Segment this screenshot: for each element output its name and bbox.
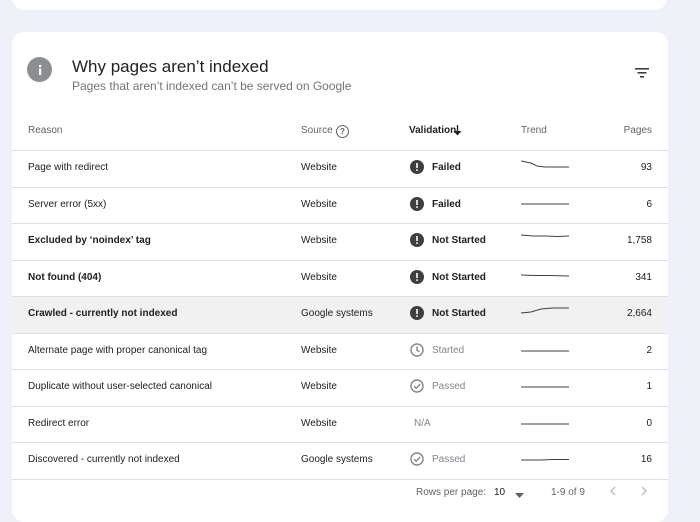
trend-sparkline [521, 274, 569, 276]
alert-icon [410, 306, 424, 320]
pagination: Rows per page: 10 1-9 of 9 [12, 484, 668, 504]
trend-sparkline [521, 350, 569, 351]
row-pages: 16 [640, 454, 652, 465]
row-pages: 93 [640, 162, 652, 173]
card-title: Why pages aren’t indexed [72, 57, 269, 76]
column-validation[interactable]: Validation [409, 125, 456, 136]
row-source: Website [301, 381, 337, 392]
table-header: Reason Source ? Validation Trend Pages [12, 117, 668, 151]
check-circle-icon [410, 452, 424, 466]
pagination-range: 1-9 of 9 [551, 487, 585, 498]
column-source[interactable]: Source [301, 125, 333, 136]
row-status: Passed [432, 454, 466, 465]
row-status: Failed [432, 198, 461, 210]
row-status: Not Started [432, 271, 486, 283]
clock-icon [410, 342, 424, 357]
trend-sparkline [521, 386, 569, 388]
chevron-right-icon[interactable] [639, 484, 649, 501]
row-pages: 2,664 [626, 308, 652, 319]
table-row[interactable]: Discovered - currently not indexed Googl… [12, 443, 668, 480]
row-reason: Server error (5xx) [28, 198, 107, 210]
table-body: Page with redirect Website Failed 93 Ser… [12, 151, 668, 480]
row-status: Not Started [432, 308, 486, 319]
trend-sparkline [521, 423, 569, 424]
alert-icon [410, 196, 424, 211]
row-source: Website [301, 417, 337, 429]
row-status: Not Started [432, 235, 486, 246]
info-icon [27, 57, 52, 82]
trend-sparkline [521, 307, 569, 314]
check-circle-icon [410, 379, 424, 393]
trend-sparkline [521, 160, 569, 168]
filter-icon[interactable] [630, 62, 654, 84]
row-source: Website [301, 198, 337, 210]
trend-sparkline [521, 459, 569, 461]
row-reason: Redirect error [28, 417, 90, 429]
row-source: Google systems [301, 308, 373, 319]
alert-icon [410, 269, 424, 284]
previous-card [12, 0, 667, 10]
row-reason: Discovered - currently not indexed [28, 454, 180, 465]
row-reason: Excluded by ‘noindex’ tag [28, 235, 151, 246]
row-source: Website [301, 235, 337, 246]
rows-per-page-select[interactable]: 10 [494, 487, 505, 498]
row-status: Passed [432, 381, 466, 392]
sort-down-icon[interactable] [453, 125, 462, 139]
alert-icon [410, 233, 424, 247]
table-row[interactable]: Redirect error Website N/A 0 [12, 407, 668, 443]
row-pages: 2 [646, 344, 652, 356]
column-trend: Trend [521, 125, 547, 136]
help-icon[interactable]: ? [336, 125, 349, 138]
row-reason: Alternate page with proper canonical tag [28, 344, 208, 356]
not-indexed-card: Why pages aren’t indexed Pages that aren… [12, 32, 668, 522]
column-pages[interactable]: Pages [624, 125, 652, 136]
row-pages: 1 [646, 381, 652, 392]
row-source: Google systems [301, 454, 373, 465]
table-row[interactable]: Server error (5xx) Website Failed 6 [12, 188, 668, 224]
trend-sparkline [521, 203, 569, 204]
card-subtitle: Pages that aren’t indexed can’t be serve… [72, 79, 352, 93]
table-row[interactable]: Alternate page with proper canonical tag… [12, 334, 668, 370]
row-pages: 6 [646, 198, 652, 210]
row-pages: 1,758 [626, 235, 652, 246]
table-row[interactable]: Duplicate without user-selected canonica… [12, 370, 668, 407]
row-status: Failed [432, 162, 461, 173]
row-source: Website [301, 271, 337, 283]
row-source: Website [301, 344, 337, 356]
rows-per-page-label: Rows per page: [416, 487, 487, 498]
row-status: N/A [414, 417, 431, 429]
row-reason: Crawled - currently not indexed [28, 308, 178, 319]
row-pages: 341 [635, 271, 652, 283]
row-reason: Not found (404) [28, 271, 102, 283]
table-row[interactable]: Not found (404) Website Not Started 341 [12, 261, 668, 297]
table-row[interactable]: Page with redirect Website Failed 93 [12, 151, 668, 188]
chevron-left-icon[interactable] [608, 484, 618, 501]
row-reason: Page with redirect [28, 162, 109, 173]
row-status: Started [432, 344, 465, 356]
column-reason[interactable]: Reason [28, 125, 62, 136]
alert-icon [410, 160, 424, 174]
trend-sparkline [521, 234, 569, 238]
table-row[interactable]: Excluded by ‘noindex’ tag Website Not St… [12, 224, 668, 261]
row-reason: Duplicate without user-selected canonica… [28, 381, 212, 392]
table-row[interactable]: Crawled - currently not indexed Google s… [12, 297, 668, 334]
row-source: Website [301, 162, 337, 173]
caret-down-icon[interactable] [515, 490, 524, 501]
row-pages: 0 [646, 417, 652, 429]
